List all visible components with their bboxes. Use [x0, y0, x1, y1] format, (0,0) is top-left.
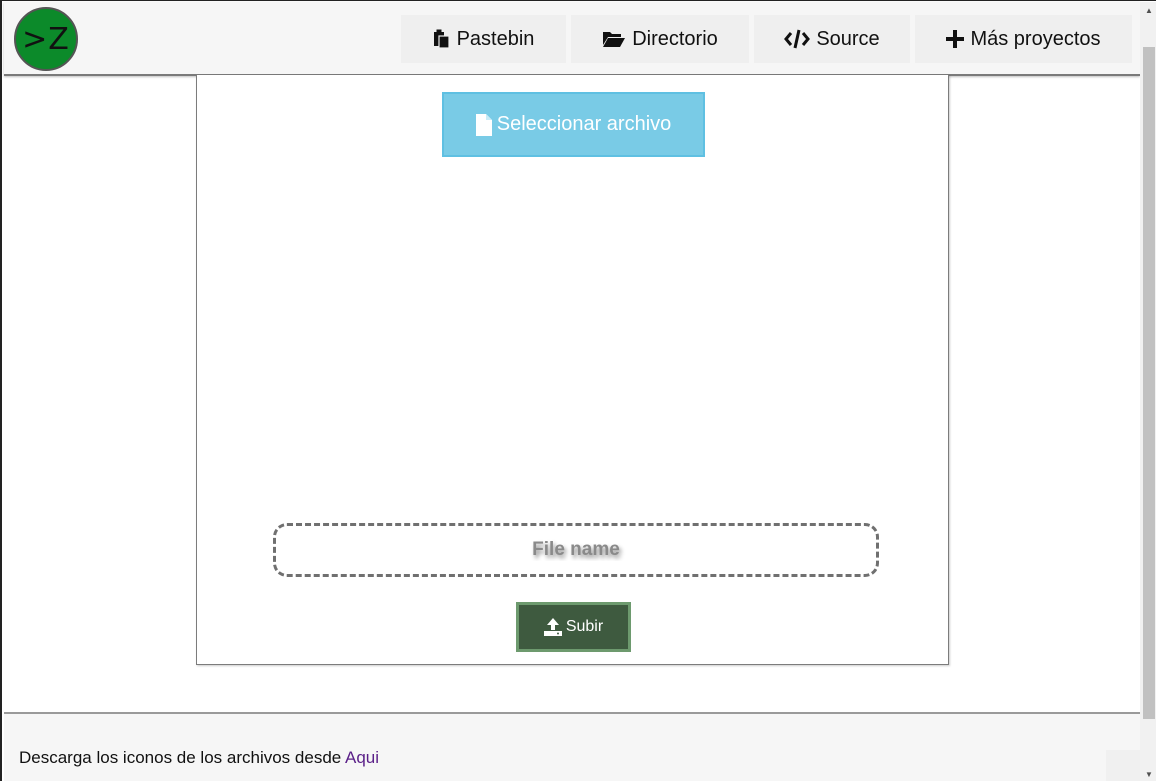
nav-directorio-label: Directorio: [632, 27, 718, 50]
select-file-label: Seleccionar archivo: [496, 113, 672, 135]
scroll-up-arrow-icon[interactable]: ▲: [1140, 2, 1156, 18]
browser-viewport: >Z Pastebin Directorio Source Más proyec…: [0, 0, 1156, 781]
icons-download-link[interactable]: Aqui: [345, 748, 379, 767]
scroll-thumb[interactable]: [1143, 47, 1155, 719]
footer-message: Descarga los iconos de los archivos desd…: [19, 748, 346, 767]
footer-corner: [1106, 750, 1140, 781]
top-header: >Z Pastebin Directorio Source Más proyec…: [4, 2, 1140, 76]
code-icon: [784, 29, 811, 49]
nav-source[interactable]: Source: [754, 15, 910, 63]
upload-button[interactable]: Subir: [516, 602, 631, 652]
nav-pastebin[interactable]: Pastebin: [401, 15, 566, 63]
footer-text: Descarga los iconos de los archivos desd…: [19, 748, 379, 768]
plus-icon: [946, 30, 965, 48]
scroll-down-arrow-icon[interactable]: ▼: [1140, 766, 1156, 781]
folder-open-icon: [602, 30, 626, 48]
logo-text: >Z: [22, 21, 70, 57]
clipboard-icon: [433, 29, 451, 49]
nav-directorio[interactable]: Directorio: [571, 15, 749, 63]
upload-icon: [543, 618, 562, 636]
upload-panel: Seleccionar archivo Subir: [196, 75, 949, 665]
select-file-button[interactable]: Seleccionar archivo: [442, 92, 705, 157]
upload-button-label: Subir: [565, 618, 604, 635]
file-icon: [475, 113, 492, 136]
nav-pastebin-label: Pastebin: [456, 27, 535, 50]
nav-mas-proyectos-label: Más proyectos: [970, 27, 1101, 50]
nav-mas-proyectos[interactable]: Más proyectos: [915, 15, 1132, 63]
site-logo[interactable]: >Z: [14, 7, 78, 71]
file-name-input[interactable]: [273, 523, 879, 577]
page-footer: Descarga los iconos de los archivos desd…: [4, 712, 1140, 781]
nav-source-label: Source: [816, 27, 880, 50]
vertical-scrollbar[interactable]: ▲ ▼: [1140, 2, 1156, 781]
